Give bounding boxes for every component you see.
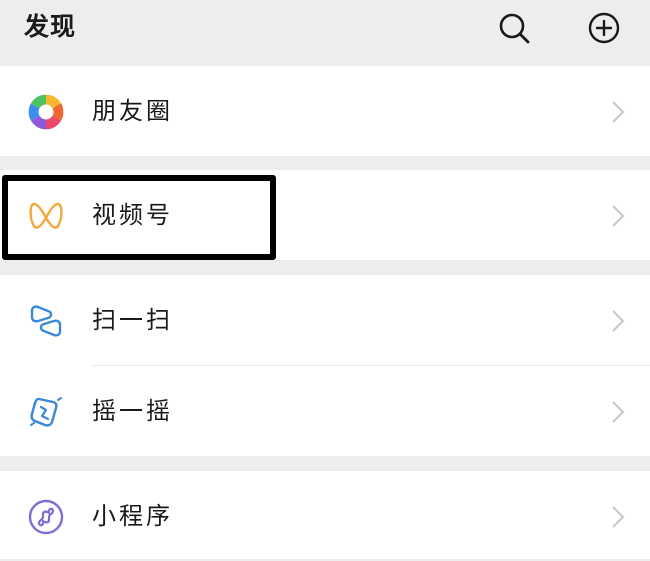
chevron-right-icon [612,205,625,227]
scan-icon [30,305,62,337]
mini-program-group: 小程序 [0,471,650,559]
moments-aperture-icon [27,93,65,131]
search-button[interactable] [496,10,532,46]
highlight-box [2,175,276,260]
shake-item[interactable]: 摇一摇 [0,366,650,456]
search-icon [499,13,530,44]
mini-programs-item[interactable]: 小程序 [0,471,650,561]
top-bar: 发现 [0,0,650,62]
add-button[interactable] [586,10,622,46]
scan-label: 扫一扫 [92,306,173,334]
mini-program-icon [28,499,64,535]
moments-label: 朋友圈 [92,97,173,125]
scan-shake-group: 扫一扫 摇一摇 [0,275,650,456]
chevron-right-icon [612,401,625,423]
chevron-right-icon [612,506,625,528]
chevron-right-icon [612,310,625,332]
moments-item[interactable]: 朋友圈 [0,66,650,156]
moments-group: 朋友圈 [0,66,650,156]
page-title: 发现 [24,12,77,41]
chevron-right-icon [612,101,625,123]
scan-item[interactable]: 扫一扫 [0,275,650,365]
shake-icon [30,397,62,427]
plus-circle-icon [588,12,620,44]
shake-label: 摇一摇 [92,397,173,425]
mini-programs-label: 小程序 [92,502,173,530]
